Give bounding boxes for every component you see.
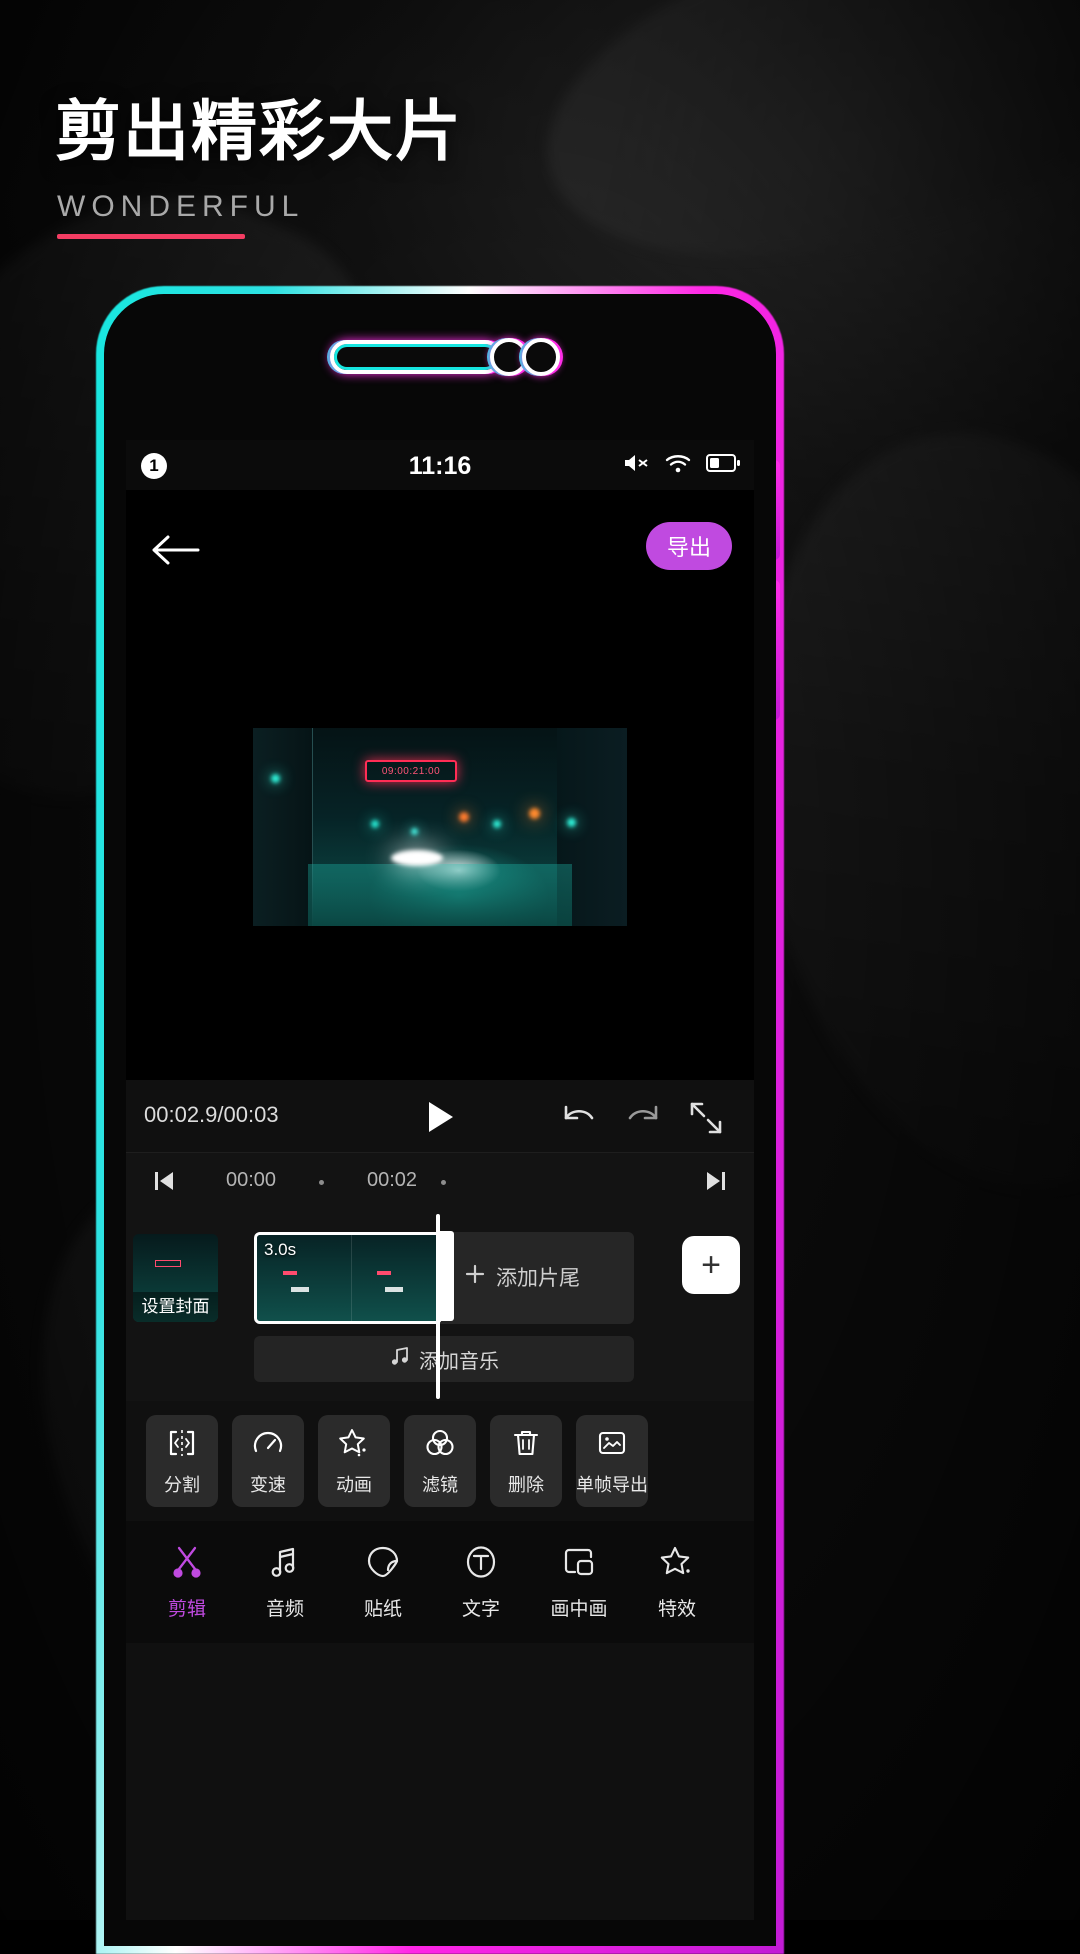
tool-split[interactable]: 分割 [146, 1415, 218, 1507]
tool-label: 滤镜 [422, 1474, 458, 1495]
status-bar: 1 11:16 [126, 440, 754, 490]
nav-label: 音频 [265, 1599, 304, 1620]
frame-export-icon [595, 1426, 629, 1465]
set-cover-button[interactable]: 设置封面 [133, 1234, 218, 1322]
add-clip-button[interactable]: + [682, 1236, 740, 1294]
phone-notch [330, 332, 560, 384]
video-road [308, 864, 572, 926]
status-icons [622, 452, 740, 474]
video-headlights [391, 850, 443, 866]
app-screen: 1 11:16 09:00:21:00 导出 00:02.9/00:03 00:… [126, 440, 754, 1920]
video-light [459, 812, 469, 822]
skip-end-icon[interactable] [704, 1169, 728, 1198]
editor-top-bar: 导出 [126, 490, 754, 600]
page-subtitle: WONDERFUL [57, 190, 305, 223]
notch-camera-lens [522, 338, 560, 376]
tool-frame-export[interactable]: 单帧导出 [576, 1415, 648, 1507]
battery-icon [706, 453, 740, 473]
video-light [411, 828, 418, 835]
time-display: 00:02.9/00:03 [144, 1102, 279, 1127]
notch-speaker-pill [330, 340, 502, 374]
filter-circles-icon [423, 1426, 457, 1465]
video-clip[interactable]: 3.0s [254, 1232, 442, 1324]
music-note-icon [389, 1345, 411, 1373]
redo-icon[interactable] [624, 1102, 662, 1137]
video-preview-area: 09:00:21:00 导出 [126, 490, 754, 1108]
tool-filter[interactable]: 滤镜 [404, 1415, 476, 1507]
add-tail-button[interactable]: 添加片尾 [464, 1262, 580, 1292]
tool-speed[interactable]: 变速 [232, 1415, 304, 1507]
plus-icon [464, 1263, 486, 1291]
nav-item-filter[interactable]: 滤镜 [726, 1543, 754, 1621]
nav-item-audio[interactable]: 音频 [236, 1543, 334, 1621]
picture-in-picture-icon [560, 1543, 598, 1586]
ruler-tick-label: 00:00 [226, 1169, 277, 1191]
nav-item-edit[interactable]: 剪辑 [138, 1543, 236, 1621]
star-sparkle-icon [337, 1426, 371, 1465]
video-frame: 09:00:21:00 [253, 728, 627, 926]
export-button[interactable]: 导出 [646, 522, 732, 570]
nav-item-effects[interactable]: 特效 [628, 1543, 726, 1621]
video-light [529, 808, 540, 819]
transport-bar: 00:02.9/00:03 [126, 1080, 754, 1152]
nav-label: 画中画 [550, 1599, 608, 1620]
tool-animation[interactable]: 动画 [318, 1415, 390, 1507]
add-music-button[interactable]: 添加音乐 [254, 1336, 634, 1382]
skip-start-icon[interactable] [152, 1169, 176, 1198]
plus-icon: + [701, 1245, 721, 1284]
video-building-left [253, 728, 313, 926]
timeline-ruler[interactable]: 00:00 00:02 [126, 1152, 754, 1206]
timeline-area[interactable]: 设置封面 添加片尾 3.0s + 添加音乐 [126, 1206, 754, 1401]
video-light [493, 820, 501, 828]
tool-label: 单帧导出 [576, 1474, 648, 1495]
nav-label: 剪辑 [167, 1599, 206, 1620]
video-light [271, 774, 280, 783]
nav-label: 贴纸 [363, 1599, 402, 1620]
video-neon-sign: 09:00:21:00 [365, 760, 457, 782]
undo-icon[interactable] [560, 1102, 598, 1137]
nav-item-text[interactable]: 文字 [432, 1543, 530, 1621]
fullscreen-icon[interactable] [688, 1100, 724, 1141]
wifi-icon [664, 452, 692, 474]
page-title: 剪出精彩大片 [55, 94, 463, 168]
speed-gauge-icon [251, 1426, 285, 1465]
sticker-icon [364, 1543, 402, 1586]
nav-label: 文字 [461, 1599, 500, 1620]
tool-label: 动画 [336, 1474, 372, 1495]
tool-delete[interactable]: 删除 [490, 1415, 562, 1507]
split-icon [165, 1426, 199, 1465]
clip-track[interactable]: 添加片尾 3.0s [254, 1231, 634, 1324]
tool-strip[interactable]: 分割 变速 动画 滤镜 删除 单帧导出 [126, 1401, 754, 1521]
scissors-icon [168, 1543, 206, 1586]
clip-duration-label: 3.0s [264, 1240, 297, 1259]
back-arrow-icon[interactable] [148, 530, 202, 575]
tool-label: 删除 [508, 1474, 544, 1495]
tool-label: 分割 [164, 1474, 200, 1495]
add-tail-label: 添加片尾 [496, 1267, 580, 1290]
music-note-icon [266, 1543, 304, 1586]
sparkle-star-icon [658, 1543, 696, 1586]
video-light [567, 818, 576, 827]
add-music-label: 添加音乐 [419, 1350, 499, 1373]
text-t-icon [462, 1543, 500, 1586]
ruler-dot [441, 1180, 446, 1185]
ruler-tick-label: 00:02 [367, 1169, 418, 1191]
video-light [371, 820, 379, 828]
ruler-dot [319, 1180, 324, 1185]
mute-icon [622, 452, 650, 474]
playhead[interactable] [436, 1214, 440, 1399]
nav-item-pip[interactable]: 画中画 [530, 1543, 628, 1621]
play-icon[interactable] [420, 1098, 458, 1141]
tool-label: 变速 [250, 1474, 286, 1495]
bottom-nav[interactable]: 剪辑 音频 贴纸 文字 画中画 特效 [126, 1521, 754, 1643]
trash-icon [509, 1426, 543, 1465]
nav-label: 特效 [657, 1599, 696, 1620]
video-canvas[interactable]: 09:00:21:00 [253, 538, 627, 1108]
subtitle-underline [57, 234, 245, 239]
set-cover-label: 设置封面 [133, 1292, 218, 1322]
nav-item-sticker[interactable]: 贴纸 [334, 1543, 432, 1621]
